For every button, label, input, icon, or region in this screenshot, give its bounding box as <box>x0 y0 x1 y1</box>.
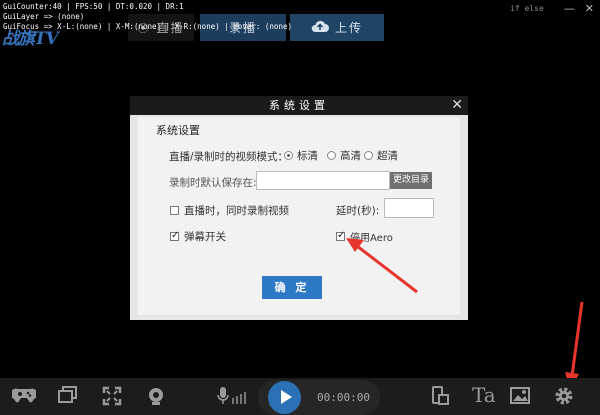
timer-pill: 00:00:00 <box>258 380 380 415</box>
text-tool-icon[interactable]: Ta <box>472 383 496 407</box>
play-button[interactable] <box>268 381 301 414</box>
arrow-to-aero <box>346 238 418 294</box>
debug-line-3: GuiFocus => X-L:(none) | X-M:(none) | X-… <box>3 22 292 31</box>
fullscreen-icon[interactable] <box>102 386 124 406</box>
gamepad-icon[interactable] <box>10 386 38 406</box>
image-icon[interactable] <box>510 386 532 406</box>
webcam-icon[interactable] <box>146 386 168 406</box>
annotation-arrows <box>346 238 584 390</box>
debug-overlay: GuiCounter:40 | FPS:50 | DT:0.020 | DR:1… <box>3 2 292 32</box>
mobile-screen-icon[interactable] <box>430 386 452 406</box>
arrow-to-settings <box>565 301 584 390</box>
debug-line-2: GuiLayer => (none) <box>3 12 85 21</box>
microphone-icon[interactable] <box>216 386 250 406</box>
window-capture-icon[interactable] <box>58 386 80 406</box>
debug-line-1: GuiCounter:40 | FPS:50 | DT:0.020 | DR:1 <box>3 2 184 11</box>
gear-icon[interactable] <box>554 386 576 406</box>
timer-display: 00:00:00 <box>317 391 370 404</box>
